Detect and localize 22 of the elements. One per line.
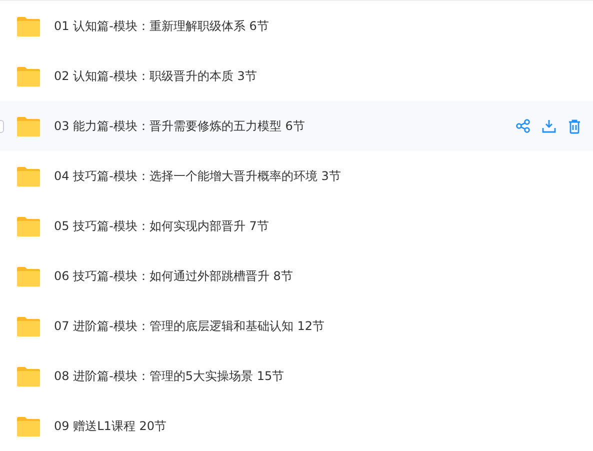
download-icon[interactable] bbox=[542, 119, 556, 133]
folder-name: 06 技巧篇-模块：如何通过外部跳槽晋升 8节 bbox=[54, 268, 293, 285]
folder-icon bbox=[16, 16, 41, 36]
folder-icon bbox=[16, 416, 41, 436]
folder-icon bbox=[16, 216, 41, 236]
folder-name: 03 能力篇-模块：晋升需要修炼的五力模型 6节 bbox=[54, 118, 305, 135]
folder-name: 01 认知篇-模块：重新理解职级体系 6节 bbox=[54, 18, 269, 35]
folder-icon bbox=[16, 316, 41, 336]
folder-name: 08 进阶篇-模块：管理的5大实操场景 15节 bbox=[54, 368, 284, 385]
share-icon[interactable] bbox=[516, 119, 530, 133]
folder-icon bbox=[16, 166, 41, 186]
folder-icon bbox=[16, 266, 41, 286]
folder-icon bbox=[16, 116, 41, 136]
folder-name: 09 赠送L1课程 20节 bbox=[54, 418, 166, 435]
folder-icon bbox=[16, 66, 41, 86]
folder-name: 05 技巧篇-模块：如何实现内部晋升 7节 bbox=[54, 218, 269, 235]
folder-name: 07 进阶篇-模块：管理的底层逻辑和基础认知 12节 bbox=[54, 318, 324, 335]
folder-row[interactable]: 03 能力篇-模块：晋升需要修炼的五力模型 6节 bbox=[0, 101, 593, 151]
trash-icon[interactable] bbox=[568, 118, 581, 134]
folder-icon bbox=[16, 366, 41, 386]
folder-name: 02 认知篇-模块：职级晋升的本质 3节 bbox=[54, 68, 257, 85]
folder-name: 04 技巧篇-模块：选择一个能增大晋升概率的环境 3节 bbox=[54, 168, 341, 185]
